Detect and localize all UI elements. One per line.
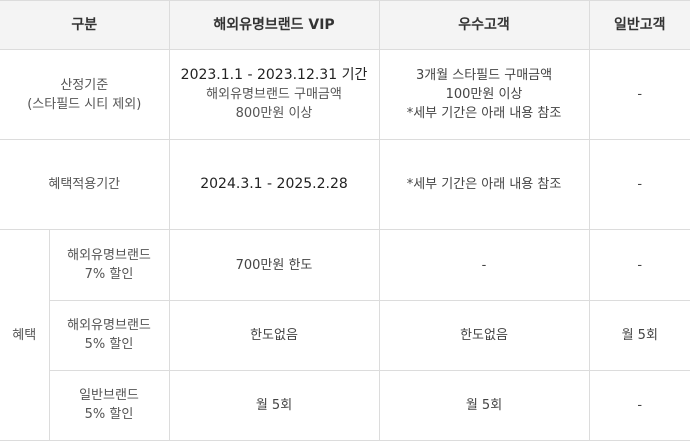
benefit-sub-label-line1: 해외유명브랜드 [67,248,151,264]
criteria-excellent-line2: 100만원 이상 [445,87,523,103]
benefit-excellent: 월 5회 [378,369,590,441]
benefit-general: 월 5회 [588,299,690,371]
benefit-vip: 700만원 한도 [168,229,380,301]
benefit-general: - [588,369,690,441]
benefit-sub-label-line2: 7% 할인 [84,267,134,283]
criteria-label: 산정기준 (스타필드 시티 제외) [0,48,170,141]
header-excellent-customer: 우수고객 [378,0,590,50]
benefit-sub-label-line1: 해외유명브랜드 [67,318,151,334]
header-general-customer: 일반고객 [588,0,690,50]
header-vip: 해외유명브랜드 VIP [168,0,380,50]
criteria-excellent-line3: *세부 기간은 아래 내용 참조 [406,106,562,122]
benefit-vip: 한도없음 [168,299,380,371]
benefit-sub-label: 해외유명브랜드 5% 할인 [49,299,170,371]
criteria-excellent: 3개월 스타필드 구매금액 100만원 이상 *세부 기간은 아래 내용 참조 [378,48,590,141]
period-row: 혜택적용기간 2024.3.1 - 2025.2.28 *세부 기간은 아래 내… [0,139,690,231]
period-excellent: *세부 기간은 아래 내용 참조 [378,139,590,231]
header-category: 구분 [0,0,170,50]
benefit-vip: 월 5회 [168,369,380,441]
benefit-label: 혜택 [0,229,50,441]
period-vip: 2024.3.1 - 2025.2.28 [168,139,380,231]
period-label: 혜택적용기간 [0,139,170,231]
benefit-table: 구분 해외유명브랜드 VIP 우수고객 일반고객 산정기준 (스타필드 시티 제… [0,0,690,441]
benefit-sub-label-line1: 일반브랜드 [79,388,139,404]
criteria-vip-line1: 2023.1.1 - 2023.12.31 기간 [180,67,368,84]
benefit-row: 일반브랜드 5% 할인 월 5회 월 5회 - [0,369,690,441]
criteria-vip: 2023.1.1 - 2023.12.31 기간 해외유명브랜드 구매금액 80… [168,48,380,141]
benefit-excellent: - [378,229,590,301]
criteria-row: 산정기준 (스타필드 시티 제외) 2023.1.1 - 2023.12.31 … [0,48,690,141]
benefit-sub-label-line2: 5% 할인 [84,337,134,353]
criteria-general: - [588,48,690,141]
benefit-sub-label: 일반브랜드 5% 할인 [49,369,170,441]
criteria-label-line2: (스타필드 시티 제외) [27,96,142,112]
header-row: 구분 해외유명브랜드 VIP 우수고객 일반고객 [0,0,690,50]
benefit-sub-label: 해외유명브랜드 7% 할인 [48,229,170,301]
benefit-row: 혜택 해외유명브랜드 7% 할인 700만원 한도 - - [0,229,690,441]
criteria-excellent-line1: 3개월 스타필드 구매금액 [415,68,553,84]
benefit-sub-label-line2: 5% 할인 [84,407,134,423]
period-general: - [588,139,690,231]
benefit-row: 해외유명브랜드 5% 할인 한도없음 한도없음 월 5회 [0,299,690,371]
criteria-vip-line2: 해외유명브랜드 구매금액 [206,87,342,103]
criteria-vip-line3: 800만원 이상 [235,106,313,122]
benefit-general: - [588,229,690,301]
benefit-excellent: 한도없음 [378,299,590,371]
criteria-label-line1: 산정기준 [60,77,109,93]
